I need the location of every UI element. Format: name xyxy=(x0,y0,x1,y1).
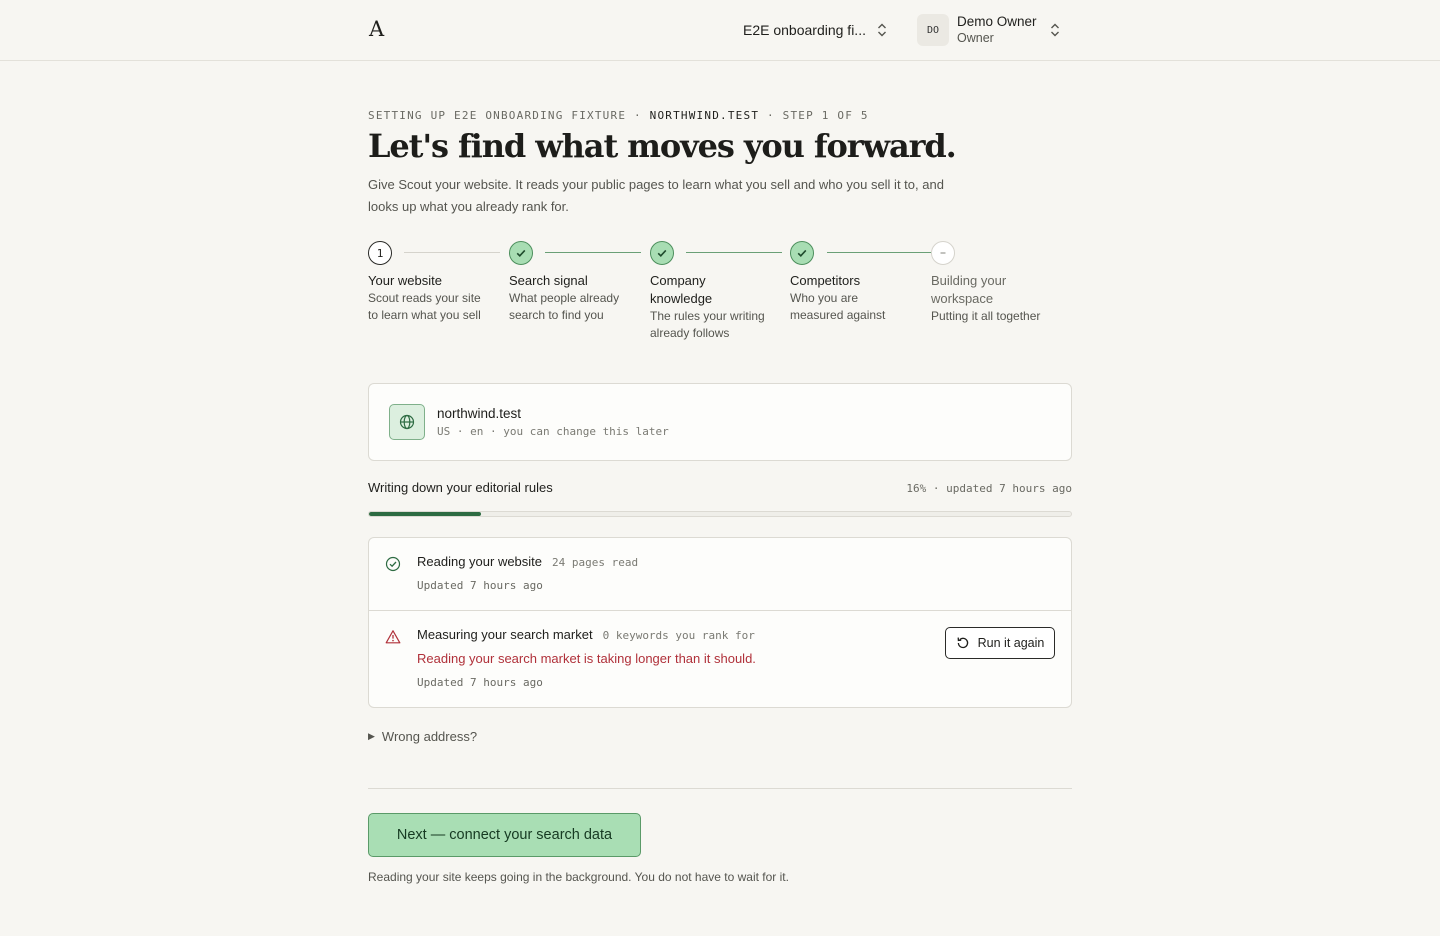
step-title: Building your workspace xyxy=(931,273,1007,306)
warning-icon xyxy=(385,630,401,644)
wrong-address-label: Wrong address? xyxy=(381,729,478,744)
workspace-name: E2E onboarding fi... xyxy=(743,22,866,38)
step-2-indicator xyxy=(509,241,533,265)
step-3[interactable]: Company knowledge The rules your writing… xyxy=(650,272,770,342)
task-title-text: Reading your website xyxy=(417,554,543,569)
task-measuring-market: Measuring your search market 0 keywords y… xyxy=(369,611,1071,707)
progress-bar xyxy=(368,511,1072,517)
step-description: What people already search to find you xyxy=(509,291,620,322)
task-title: Reading your website 24 pages read xyxy=(417,554,638,569)
task-title: Measuring your search market 0 keywords y… xyxy=(417,627,755,642)
user-role: Owner xyxy=(957,31,994,45)
app-logo[interactable]: A xyxy=(369,17,384,41)
avatar: DO xyxy=(917,14,949,46)
eyebrow-step: · STEP 1 OF 5 xyxy=(766,109,869,122)
step-title: Company knowledge xyxy=(650,273,713,306)
step-5-indicator xyxy=(931,241,955,265)
wrong-address-toggle[interactable]: ▶ Wrong address? xyxy=(368,729,477,744)
triangle-right-icon: ▶ xyxy=(368,731,375,741)
top-bar: A E2E onboarding fi... DO Demo Owner Own… xyxy=(0,0,1440,61)
divider xyxy=(368,788,1072,789)
step-connector xyxy=(404,252,500,253)
task-updated: Updated 7 hours ago xyxy=(417,579,543,592)
refresh-icon xyxy=(957,637,968,649)
run-again-label: Run it again xyxy=(977,636,1045,650)
website-card: northwind.test US · en · you can change … xyxy=(368,383,1072,461)
step-title: Your website xyxy=(368,273,442,288)
task-title-text: Measuring your search market xyxy=(417,627,593,642)
step-description: Who you are measured against xyxy=(790,291,886,322)
task-error: Reading your search market is taking lon… xyxy=(417,651,756,666)
website-domain: northwind.test xyxy=(437,406,522,421)
workspace-switcher[interactable]: E2E onboarding fi... xyxy=(743,20,888,40)
next-button[interactable]: Next — connect your search data xyxy=(368,813,641,857)
step-4-indicator xyxy=(790,241,814,265)
step-1-indicator: 1 xyxy=(368,241,392,265)
step-description: Scout reads your site to learn what you … xyxy=(368,291,481,322)
eyebrow-domain: NORTHWIND.TEST xyxy=(649,109,760,122)
user-menu[interactable]: DO Demo Owner Owner xyxy=(917,13,1061,47)
check-icon xyxy=(797,249,807,257)
step-description: The rules your writing already follows xyxy=(650,309,765,340)
step-2[interactable]: Search signal What people already search… xyxy=(509,272,629,324)
step-eyebrow: SETTING UP E2E ONBOARDING FIXTURE · NORT… xyxy=(368,109,869,122)
progress-fill xyxy=(369,512,482,516)
step-1[interactable]: Your website Scout reads your site to le… xyxy=(368,272,488,324)
chevron-up-down-icon xyxy=(877,23,886,37)
step-description: Putting it all together xyxy=(931,309,1041,323)
check-circle-icon xyxy=(385,556,401,572)
globe-icon xyxy=(389,404,425,440)
progress-label: Writing down your editorial rules xyxy=(368,480,553,495)
user-name: Demo Owner xyxy=(957,14,1037,29)
run-again-button[interactable]: Run it again xyxy=(945,627,1055,659)
page-lead: Give Scout your website. It reads your p… xyxy=(368,177,944,214)
dash-icon xyxy=(940,252,946,254)
step-3-indicator xyxy=(650,241,674,265)
eyebrow-prefix: SETTING UP E2E ONBOARDING FIXTURE · xyxy=(368,109,642,122)
task-list: Reading your website 24 pages read Update… xyxy=(368,537,1072,708)
task-note: 24 pages read xyxy=(552,556,639,569)
user-info: Demo Owner Owner xyxy=(957,13,1037,47)
step-5: Building your workspace Putting it all t… xyxy=(931,272,1061,325)
step-connector xyxy=(827,252,931,253)
footnote: Reading your site keeps going in the bac… xyxy=(368,870,789,884)
check-icon xyxy=(657,249,667,257)
chevron-up-down-icon xyxy=(1050,23,1059,37)
onboarding-stepper: 1 Your website Scout reads your site to … xyxy=(368,241,1072,351)
check-icon xyxy=(516,249,526,257)
step-connector xyxy=(686,252,782,253)
task-updated: Updated 7 hours ago xyxy=(417,676,543,689)
task-note: 0 keywords you rank for xyxy=(602,629,755,642)
step-connector xyxy=(545,252,641,253)
step-title: Competitors xyxy=(790,273,861,288)
step-4[interactable]: Competitors Who you are measured against xyxy=(790,272,910,324)
progress-meta: 16% · updated 7 hours ago xyxy=(906,482,1072,495)
page-title: Let's find what moves you forward. xyxy=(368,127,957,165)
step-title: Search signal xyxy=(509,273,588,288)
website-meta: US · en · you can change this later xyxy=(437,425,669,438)
task-reading-website: Reading your website 24 pages read Update… xyxy=(369,538,1071,611)
